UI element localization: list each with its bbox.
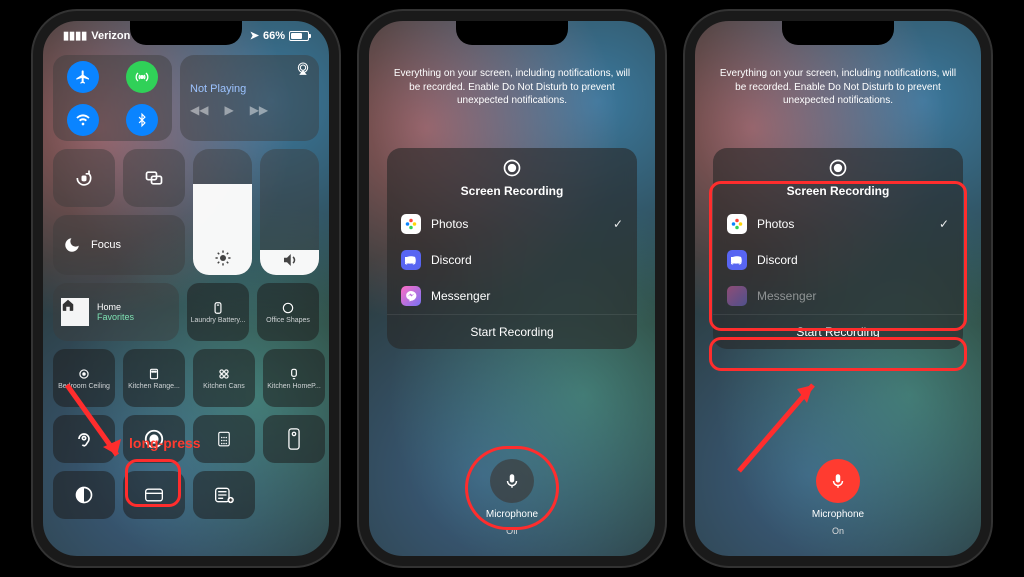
calculator-button[interactable] <box>193 415 255 463</box>
shortcut-1[interactable]: Office Shapes <box>257 283 319 341</box>
home-icon <box>61 298 89 326</box>
home-title: Home <box>97 302 134 312</box>
phone-1-control-center: ▮▮▮▮ Verizon ➤ 66% Not Playing ◀ <box>33 11 339 566</box>
microphone-toggle[interactable]: Microphone On <box>812 459 864 536</box>
app-option-discord[interactable]: Discord <box>713 242 963 278</box>
shortcut-3[interactable]: Kitchen Range... <box>123 349 185 407</box>
focus-tile[interactable]: Focus <box>53 215 185 275</box>
recording-hint: Everything on your screen, including not… <box>718 67 958 108</box>
notch <box>130 19 242 45</box>
remote-button[interactable] <box>263 415 325 463</box>
connectivity-tile[interactable] <box>53 55 172 141</box>
battery-icon <box>289 31 309 41</box>
shortcut-0[interactable]: Laundry Battery... <box>187 283 249 341</box>
photos-icon <box>727 214 747 234</box>
photos-icon <box>401 214 421 234</box>
record-icon <box>502 158 522 178</box>
orientation-lock[interactable] <box>53 149 115 207</box>
discord-icon <box>727 250 747 270</box>
recording-hint: Everything on your screen, including not… <box>392 67 632 108</box>
signal-icon: ▮▮▮▮ <box>63 29 87 42</box>
battery-pct: 66% <box>263 30 285 42</box>
check-icon: ✓ <box>613 217 623 231</box>
start-recording-button[interactable]: Start Recording <box>387 314 637 349</box>
carrier-label: Verizon <box>91 30 130 42</box>
microphone-toggle[interactable]: Microphone Off <box>486 459 538 536</box>
start-recording-button[interactable]: Start Recording <box>713 314 963 349</box>
prev-icon[interactable]: ◀◀ <box>190 103 208 117</box>
airplay-icon[interactable] <box>295 61 311 77</box>
app-option-messenger[interactable]: Messenger <box>713 278 963 314</box>
music-tile[interactable]: Not Playing ◀◀ ▶ ▶▶ <box>180 55 319 141</box>
check-icon: ✓ <box>939 217 949 231</box>
app-option-discord[interactable]: Discord <box>387 242 637 278</box>
shortcut-5[interactable]: Kitchen HomeP... <box>263 349 325 407</box>
notch <box>456 19 568 45</box>
notes-button[interactable] <box>193 471 255 519</box>
messenger-icon <box>401 286 421 306</box>
brightness-slider[interactable] <box>193 149 252 275</box>
dark-mode-button[interactable] <box>53 471 115 519</box>
messenger-icon <box>727 286 747 306</box>
next-icon[interactable]: ▶▶ <box>250 103 268 117</box>
phone-2-recording-sheet: Everything on your screen, including not… <box>359 11 665 566</box>
location-icon: ➤ <box>250 29 259 42</box>
play-icon[interactable]: ▶ <box>224 103 233 117</box>
recording-card: Screen Recording Photos ✓ Discord Messen… <box>387 148 637 349</box>
home-tile[interactable]: HomeFavorites <box>53 283 179 341</box>
shortcut-4[interactable]: Kitchen Cans <box>193 349 255 407</box>
music-controls[interactable]: ◀◀ ▶ ▶▶ <box>190 103 268 117</box>
hearing-button[interactable] <box>53 415 115 463</box>
airplane-toggle[interactable] <box>67 61 99 93</box>
music-title: Not Playing <box>190 83 246 95</box>
wallet-button[interactable] <box>123 471 185 519</box>
bluetooth-toggle[interactable] <box>126 104 158 136</box>
app-option-photos[interactable]: Photos ✓ <box>387 206 637 242</box>
wifi-toggle[interactable] <box>67 104 99 136</box>
focus-label: Focus <box>91 239 121 251</box>
app-option-messenger[interactable]: Messenger <box>387 278 637 314</box>
phone-3-recording-sheet-mic-on: Everything on your screen, including not… <box>685 11 991 566</box>
record-icon <box>828 158 848 178</box>
screen-mirroring[interactable] <box>123 149 185 207</box>
app-option-photos[interactable]: Photos ✓ <box>713 206 963 242</box>
recording-title: Screen Recording <box>461 184 564 198</box>
notch <box>782 19 894 45</box>
recording-title: Screen Recording <box>787 184 890 198</box>
volume-slider[interactable] <box>260 149 319 275</box>
annotation-label: long-press <box>129 435 201 451</box>
shortcut-2[interactable]: Bedroom Ceiling <box>53 349 115 407</box>
home-sub: Favorites <box>97 312 134 322</box>
recording-card: Screen Recording Photos ✓ Discord Messen… <box>713 148 963 349</box>
discord-icon <box>401 250 421 270</box>
cellular-toggle[interactable] <box>126 61 158 93</box>
